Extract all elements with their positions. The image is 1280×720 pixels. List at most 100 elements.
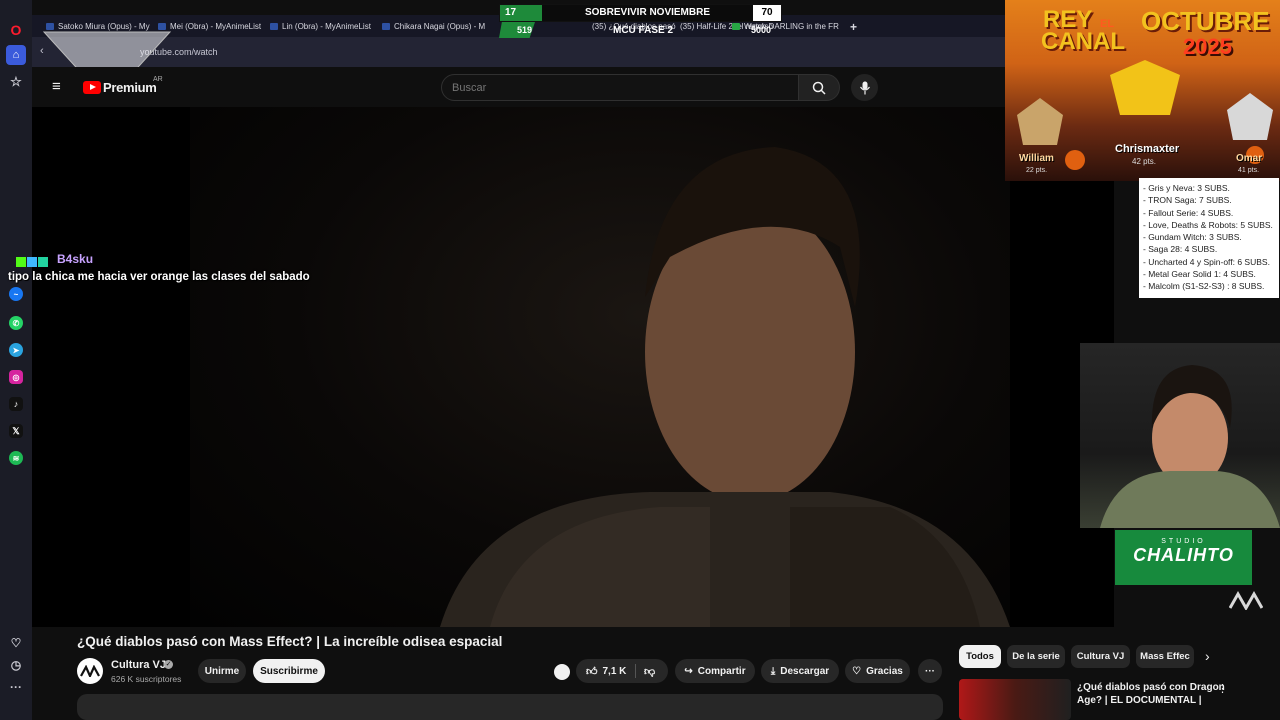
share-arrow-icon: ↪ <box>684 665 693 677</box>
studio-label: STUDIO <box>1161 538 1206 545</box>
winner-points: 42 pts. <box>1132 157 1157 166</box>
recommended-title[interactable]: ¿Qué diablos pasó con Dragon Age? | EL D… <box>1077 681 1225 707</box>
search-icon <box>812 81 826 95</box>
recommended-thumbnail[interactable] <box>959 679 1071 720</box>
thanks-button[interactable]: ♡ Gracias <box>845 659 910 683</box>
search-button[interactable] <box>798 74 840 101</box>
scoreboard-subtitle: MCU FASE 2 <box>613 25 674 36</box>
streamer-webcam <box>1080 343 1280 528</box>
tiktok-icon[interactable]: ♪ <box>9 397 23 411</box>
tab[interactable]: Chikara Nagai (Opus) - M <box>382 18 490 35</box>
channel-name[interactable]: Cultura VJ <box>111 659 166 671</box>
myanimelist-icon <box>270 23 278 30</box>
verified-check-icon: ✓ <box>164 660 173 669</box>
more-actions-button[interactable]: ··· <box>918 659 942 683</box>
myanimelist-icon <box>46 23 54 30</box>
video-frame <box>190 107 1010 627</box>
list-item: - Love, Deaths & Robots: 5 SUBS. <box>1143 219 1273 230</box>
banner-year: 2025 <box>1183 34 1232 59</box>
home-icon[interactable]: ⌂ <box>6 45 26 65</box>
myanimelist-icon <box>382 23 390 30</box>
list-item: - Fallout Serie: 4 SUBS. <box>1143 207 1234 218</box>
messenger-icon[interactable]: ~ <box>9 287 23 301</box>
chevron-right-icon[interactable]: › <box>1205 648 1210 664</box>
opera-logo-icon[interactable]: O <box>6 20 26 40</box>
tab[interactable]: Lin (Obra) - MyAnimeList <box>270 18 378 35</box>
scoreboard-right-sub: 5000 <box>751 25 772 35</box>
studio-logo: STUDIO CHALIHTO <box>1115 530 1252 585</box>
list-item: - Uncharted 4 y Spin-off: 6 SUBS. <box>1143 256 1270 267</box>
youtube-premium-logo[interactable]: Premium <box>103 80 157 95</box>
scoreboard-subrow: 519 MCU FASE 2 5000 <box>499 22 782 38</box>
recommended-more-icon[interactable]: ⋮ <box>1217 682 1228 695</box>
video-player[interactable] <box>32 107 1114 627</box>
challenge-scoreboard: 17 SOBREVIVIR NOVIEMBRE 70 <box>499 4 782 22</box>
new-tab-button[interactable]: + <box>850 18 864 35</box>
list-item: - Gris y Neva: 3 SUBS. <box>1143 183 1230 193</box>
heart-icon[interactable]: ♡ <box>6 633 26 653</box>
whatsapp-icon[interactable]: ✆ <box>9 316 23 330</box>
voice-search-button[interactable] <box>851 74 878 101</box>
chat-username: B4sku <box>57 252 94 266</box>
download-button[interactable]: ⤓ Descargar <box>761 659 839 683</box>
like-count[interactable]: 7,1 K <box>603 666 627 677</box>
banner-month: OCTUBRE <box>1141 6 1270 36</box>
third-place-name: Omar <box>1236 153 1263 164</box>
bookmark-star-icon[interactable]: ☆ <box>6 72 26 92</box>
region-code: AR <box>153 76 163 83</box>
thumbs-down-icon[interactable]: 👎︎ <box>644 665 655 678</box>
subscribe-button[interactable]: Suscribirme <box>253 659 325 683</box>
third-place-points: 41 pts. <box>1238 167 1260 174</box>
scoreboard-right-value: 70 <box>753 5 781 21</box>
scoreboard-left-value: 17 <box>500 5 542 21</box>
ask-ai-icon[interactable] <box>554 664 570 680</box>
list-item: - TRON Saga: 7 SUBS. <box>1143 195 1232 206</box>
chip-all[interactable]: Todos <box>959 645 1001 668</box>
second-place-points: 22 pts. <box>1026 167 1048 174</box>
channel-logo-icon <box>80 665 100 677</box>
myanimelist-icon <box>158 23 166 30</box>
video-title: ¿Qué diablos pasó con Mass Effect? | La … <box>77 634 503 649</box>
scoreboard-left-sub: 519 <box>517 25 533 35</box>
list-item: - Gundam Witch: 3 SUBS. <box>1143 232 1242 243</box>
chat-badges <box>16 254 52 267</box>
scoreboard-title: SOBREVIVIR NOVIEMBRE <box>542 5 753 21</box>
chat-message: tipo la chica me hacia ver orange las cl… <box>8 271 310 283</box>
join-button[interactable]: Unirme <box>198 659 246 683</box>
like-dislike-group: 👍︎ 7,1 K 👎︎ <box>576 659 668 683</box>
subs-goals-list: - Gris y Neva: 3 SUBS. - TRON Saga: 7 SU… <box>1139 178 1279 298</box>
channel-avatar[interactable] <box>77 658 103 684</box>
description-box[interactable] <box>77 694 943 720</box>
studio-name: CHALIHTO <box>1133 545 1234 565</box>
telegram-icon[interactable]: ➤ <box>9 343 23 357</box>
tab[interactable]: Mei (Obra) - MyAnimeList <box>158 18 266 35</box>
chip-series[interactable]: De la serie <box>1007 645 1065 668</box>
channel-watermark-icon <box>1229 590 1263 610</box>
history-clock-icon[interactable]: ◷ <box>6 655 26 675</box>
list-item: - Saga 28: 4 SUBS. <box>1143 244 1218 255</box>
youtube-logo-icon[interactable] <box>83 81 101 94</box>
banner-title-canal: CANAL <box>1041 28 1125 55</box>
channel-subscribers: 626 K suscriptores <box>111 674 182 684</box>
rey-del-canal-banner: REY EL CANAL OCTUBRE 2025 Chrismaxter 42… <box>1005 0 1280 181</box>
share-button[interactable]: ↪ Compartir <box>675 659 755 683</box>
chip-channel[interactable]: Cultura VJ <box>1071 645 1130 668</box>
opera-sidebar: O ⌂ ☆ ~ ✆ ➤ ◎ ♪ 𝕏 ≋ ♡ ◷ ··· <box>0 0 32 720</box>
interviewee-silhouette <box>440 147 1010 627</box>
list-item: - Malcolm (S1-S2-S3) : 8 SUBS. <box>1143 281 1265 292</box>
more-dots-icon[interactable]: ··· <box>6 677 26 697</box>
download-icon: ⤓ <box>770 665 776 677</box>
winner-name: Chrismaxter <box>1115 143 1180 155</box>
list-item: - Metal Gear Solid 1: 4 SUBS. <box>1143 269 1256 280</box>
microphone-icon <box>859 81 870 94</box>
heart-dollar-icon: ♡ <box>852 665 862 677</box>
chip-mass-effect[interactable]: Mass Effec <box>1136 645 1194 668</box>
search-input[interactable] <box>441 74 799 101</box>
hamburger-menu-icon[interactable]: ≡ <box>52 78 61 95</box>
x-twitter-icon[interactable]: 𝕏 <box>9 424 23 438</box>
second-place-name: William <box>1019 153 1054 164</box>
spotify-icon[interactable]: ≋ <box>9 451 23 465</box>
instagram-icon[interactable]: ◎ <box>9 370 23 384</box>
thumbs-up-icon[interactable]: 👍︎ <box>586 665 598 678</box>
streamer-silhouette <box>1100 365 1280 528</box>
